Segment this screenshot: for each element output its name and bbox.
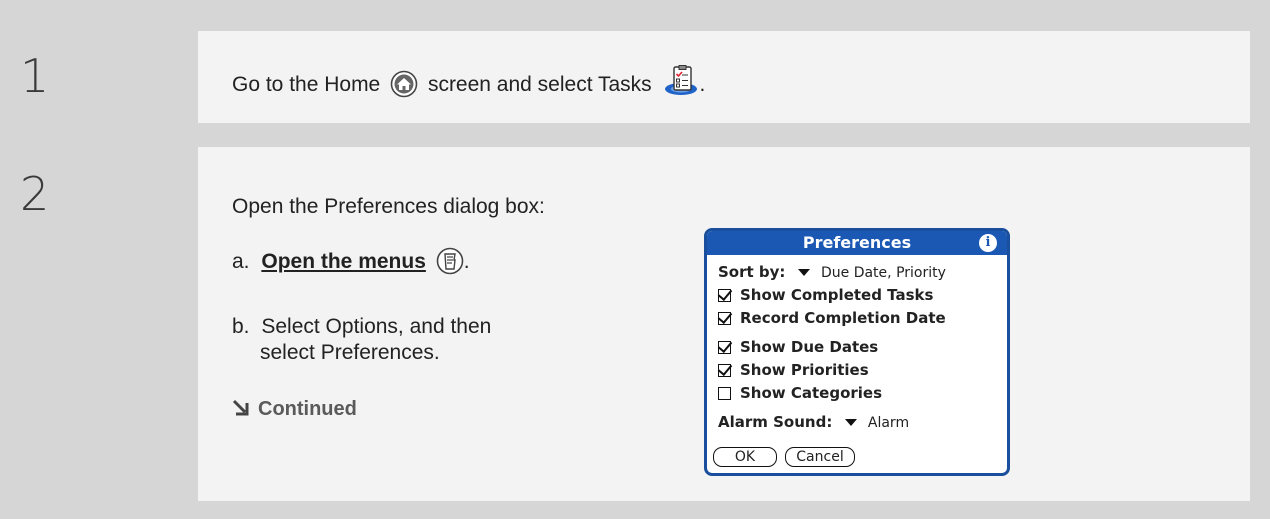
- arrow-down-right-icon: [232, 399, 250, 423]
- top-band: [0, 0, 1270, 31]
- checkbox-unchecked[interactable]: [718, 387, 731, 400]
- cancel-button[interactable]: Cancel: [785, 447, 855, 467]
- preferences-dialog: Preferences i Sort by: Due Date, Priorit…: [704, 228, 1010, 476]
- option-label: Show Categories: [740, 384, 883, 402]
- option-show-completed[interactable]: Show Completed Tasks: [718, 286, 933, 304]
- ok-button[interactable]: OK: [713, 447, 777, 467]
- step-1-text-middle: screen and select Tasks: [427, 73, 652, 96]
- step-1-text: Go to the Home screen and select Tasks .: [232, 65, 705, 104]
- step-number: 2: [20, 167, 50, 221]
- option-show-categories[interactable]: Show Categories: [718, 384, 882, 402]
- separator-band: [0, 123, 1270, 147]
- checkbox-checked[interactable]: [718, 341, 731, 354]
- option-label: Show Priorities: [740, 361, 869, 379]
- open-menus-link[interactable]: Open the menus: [261, 250, 426, 273]
- instruction-page: 1 Go to the Home screen and select Tasks: [0, 0, 1270, 519]
- step-2b-text1: Select Options, and then: [261, 315, 492, 338]
- option-show-due-dates[interactable]: Show Due Dates: [718, 338, 878, 356]
- sort-by-label: Sort by:: [718, 263, 786, 281]
- info-icon[interactable]: i: [979, 234, 997, 252]
- sort-by-value[interactable]: Due Date, Priority: [821, 265, 946, 281]
- step-2: 2 Open the Preferences dialog box: a. Op…: [0, 147, 1270, 501]
- continued-label: Continued: [232, 398, 357, 423]
- checkbox-checked[interactable]: [718, 364, 731, 377]
- dialog-title-bar: Preferences i: [707, 231, 1007, 255]
- checkbox-checked[interactable]: [718, 312, 731, 325]
- alarm-sound-value[interactable]: Alarm: [868, 415, 909, 431]
- bottom-band: [0, 501, 1270, 519]
- option-record-completion-date[interactable]: Record Completion Date: [718, 309, 946, 327]
- alarm-sound-label: Alarm Sound:: [718, 413, 833, 431]
- step-2b-prefix: b.: [232, 315, 250, 338]
- dropdown-triangle-icon[interactable]: [845, 419, 858, 426]
- option-label: Record Completion Date: [740, 309, 946, 327]
- step-1-text-before: Go to the Home: [232, 73, 381, 96]
- option-show-priorities[interactable]: Show Priorities: [718, 361, 869, 379]
- step-2-intro: Open the Preferences dialog box:: [232, 195, 545, 218]
- step-2b-line2: select Preferences.: [260, 341, 440, 364]
- step-2a-prefix: a.: [232, 250, 250, 273]
- alarm-sound-row: Alarm Sound: Alarm: [718, 413, 909, 431]
- tasks-app-icon: [664, 65, 700, 103]
- step-1-body: Go to the Home screen and select Tasks .: [198, 31, 1250, 123]
- step-2a-suffix: .: [463, 250, 470, 273]
- continued-text: Continued: [258, 398, 357, 420]
- sort-by-row: Sort by: Due Date, Priority: [718, 263, 946, 281]
- option-label: Show Completed Tasks: [740, 286, 934, 304]
- dropdown-triangle-icon[interactable]: [798, 269, 811, 276]
- dialog-title: Preferences: [802, 233, 912, 252]
- option-label: Show Due Dates: [740, 338, 879, 356]
- step-2b-line1: b. Select Options, and then: [232, 315, 491, 339]
- home-icon: [390, 70, 418, 104]
- menu-icon: [436, 246, 464, 282]
- step-1: 1 Go to the Home screen and select Tasks: [0, 31, 1270, 123]
- step-1-text-end: .: [699, 73, 706, 96]
- step-number: 1: [20, 49, 50, 103]
- checkbox-checked[interactable]: [718, 289, 731, 302]
- step-2a: a. Open the menus .: [232, 246, 470, 282]
